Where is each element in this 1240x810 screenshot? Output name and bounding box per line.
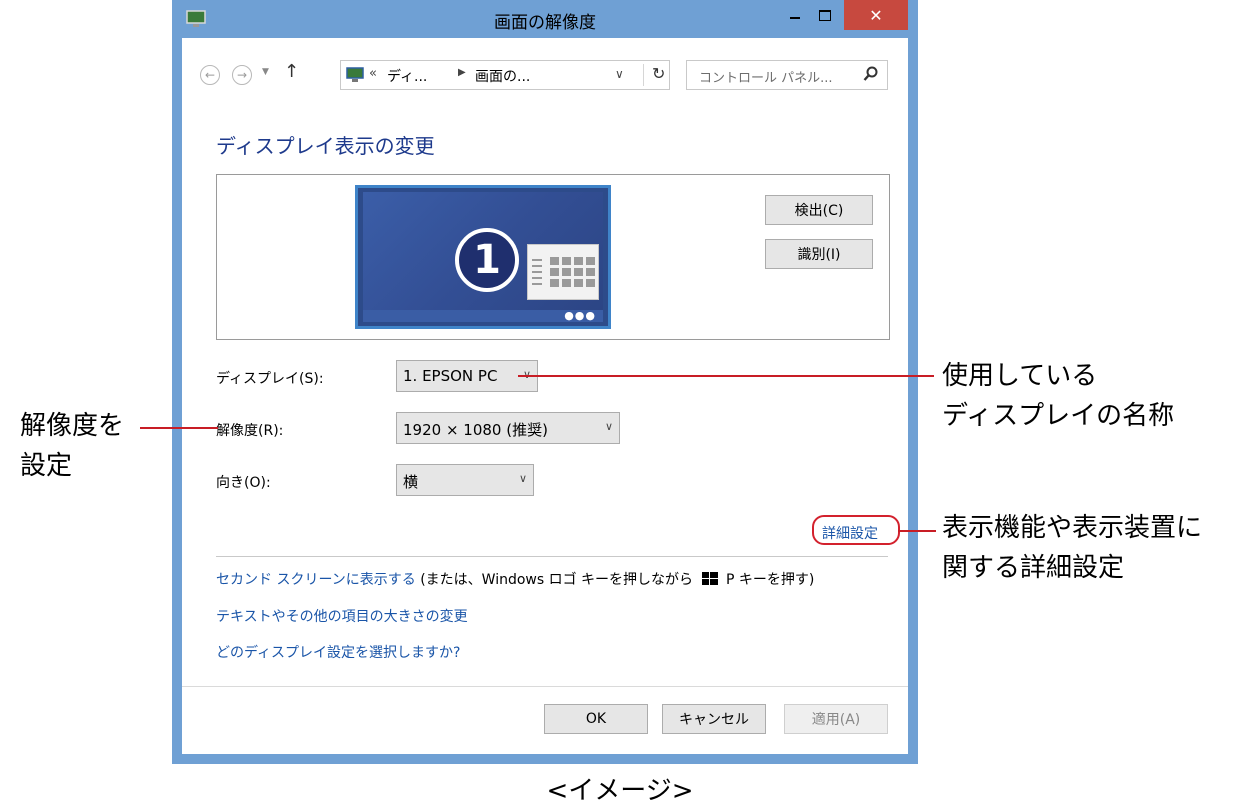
address-overflow[interactable]: « [369,66,377,81]
display-label: ディスプレイ(S): [216,371,324,387]
annotation-text: ディスプレイの名称 [942,401,1175,431]
address-bar[interactable]: « ディ... ▶ 画面の... ∨ ↻ [340,60,670,90]
resolution-select[interactable]: 1920 × 1080 (推奨) ∨ [396,412,620,444]
orientation-label: 向き(O): [216,475,271,491]
annotation-line-display [518,375,934,377]
cancel-button[interactable]: キャンセル [662,704,766,734]
display-select-value: 1. EPSON PC [403,367,498,385]
display-select[interactable]: 1. EPSON PC ∨ [396,360,538,392]
chevron-down-icon: ∨ [518,472,527,485]
annotation-advanced: 表示機能や表示装置に 関する詳細設定 [942,508,1202,588]
arrow-up-icon: ↑ [284,61,300,82]
maximize-icon [819,9,831,21]
settings-window: 画面の解像度 ✕ ← → ▼ ↑ « ディ... ▶ 画面の... ∨ ↻ コン… [172,0,918,764]
resolution-label: 解像度(R): [216,423,284,439]
advanced-settings-link[interactable]: 詳細設定 [822,523,878,543]
detect-button[interactable]: 検出(C) [765,195,873,225]
chevron-down-icon: ▼ [262,67,269,77]
windows-logo-icon [701,572,718,585]
more-dots-icon: ●●● [564,309,596,322]
text-size-link[interactable]: テキストやその他の項目の大きさの変更 [216,606,468,626]
breadcrumb-resolution[interactable]: 画面の... [475,66,530,86]
breadcrumb-separator-icon: ▶ [458,67,466,78]
second-screen-note-b: P キーを押す) [725,572,815,588]
annotation-text: 関する詳細設定 [942,553,1125,583]
second-screen-row: セカンド スクリーンに表示する (または、Windows ロゴ キーを押しながら… [216,569,814,589]
grid-icon [532,257,595,287]
close-button[interactable]: ✕ [844,0,908,30]
second-screen-link[interactable]: セカンド スクリーンに表示する [216,572,416,588]
monitor-icon [346,67,364,82]
maximize-button[interactable] [812,0,838,30]
page-title: ディスプレイ表示の変更 [216,134,435,158]
title-bar[interactable]: 画面の解像度 ✕ [172,0,918,38]
address-dropdown-icon[interactable]: ∨ [615,67,624,81]
minimize-button[interactable] [782,0,808,30]
close-icon: ✕ [869,5,883,25]
annotation-text: 使用している [942,361,1098,391]
search-input[interactable]: コントロール パネル... [686,60,888,90]
minimize-icon [790,17,800,19]
mini-window-graphic [527,244,599,300]
chevron-down-icon: ∨ [604,420,613,433]
annotation-text: 解像度を [20,411,125,441]
search-icon[interactable] [863,65,879,87]
resolution-select-value: 1920 × 1080 (推奨) [403,421,548,439]
annotation-text: 表示機能や表示装置に [942,513,1203,543]
up-button[interactable]: ↑ [284,61,299,82]
back-button[interactable]: ← [200,65,220,85]
display-screen: 1 [363,192,603,310]
window-client-area: ← → ▼ ↑ « ディ... ▶ 画面の... ∨ ↻ コントロール パネル.… [182,38,908,754]
annotation-line-advanced [898,530,936,532]
refresh-icon[interactable]: ↻ [643,64,665,86]
breadcrumb-display[interactable]: ディ... [387,66,427,86]
recent-locations-dropdown[interactable]: ▼ [262,67,269,77]
identify-button[interactable]: 識別(I) [765,239,873,269]
orientation-select[interactable]: 横 ∨ [396,464,534,496]
second-screen-note-a: (または、Windows ロゴ キーを押しながら [420,572,694,588]
annotation-line-resolution [140,427,218,429]
display-number-badge: 1 [455,228,519,292]
search-placeholder: コントロール パネル... [699,71,833,86]
which-display-link[interactable]: どのディスプレイ設定を選択しますか? [216,642,460,662]
annotation-resolution: 解像度を 設定 [20,406,124,486]
annotation-text: 設定 [20,451,73,481]
ok-button[interactable]: OK [544,704,648,734]
apply-button[interactable]: 適用(A) [784,704,888,734]
orientation-select-value: 横 [403,473,419,491]
forward-button[interactable]: → [232,65,252,85]
footer-divider [182,686,908,687]
annotation-display-name: 使用している ディスプレイの名称 [942,356,1174,436]
image-caption: <イメージ> [546,776,694,806]
arrow-right-icon: → [236,68,248,82]
divider [216,556,888,557]
display-thumbnail[interactable]: 1 ●●● [355,185,611,329]
arrow-left-icon: ← [204,68,216,82]
display-preview-area: 1 ●●● 検出(C) 識別(I) [216,174,890,340]
